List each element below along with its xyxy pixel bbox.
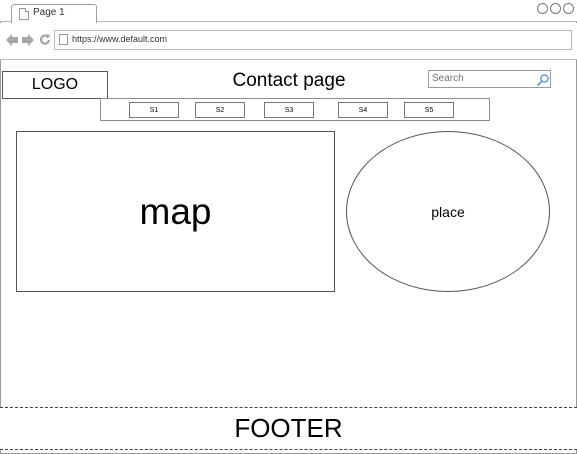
nav-button-s4[interactable]: S4 <box>338 102 388 118</box>
tab-label: Page 1 <box>33 7 65 18</box>
nav-button-s1[interactable]: S1 <box>129 102 179 118</box>
search-icon[interactable] <box>536 73 550 87</box>
page-title: Contact page <box>232 70 346 91</box>
minimize-button[interactable] <box>537 3 548 14</box>
maximize-button[interactable] <box>550 3 561 14</box>
page-icon <box>19 8 29 20</box>
url-text[interactable]: https://www.default.com <box>72 34 167 44</box>
nav-button-s5[interactable]: S5 <box>404 102 454 118</box>
close-button[interactable] <box>563 3 574 14</box>
place-placeholder: place <box>346 131 550 292</box>
refresh-icon[interactable] <box>39 34 51 46</box>
back-arrow-icon[interactable] <box>6 34 19 46</box>
nav-button-s2[interactable]: S2 <box>195 102 245 118</box>
page-icon <box>59 34 68 45</box>
footer: FOOTER <box>0 407 577 450</box>
nav-button-s3[interactable]: S3 <box>264 102 314 118</box>
logo[interactable]: LOGO <box>2 71 108 99</box>
map-placeholder[interactable]: map <box>16 131 335 292</box>
search-input[interactable] <box>432 73 532 84</box>
forward-arrow-icon[interactable] <box>22 34 35 46</box>
